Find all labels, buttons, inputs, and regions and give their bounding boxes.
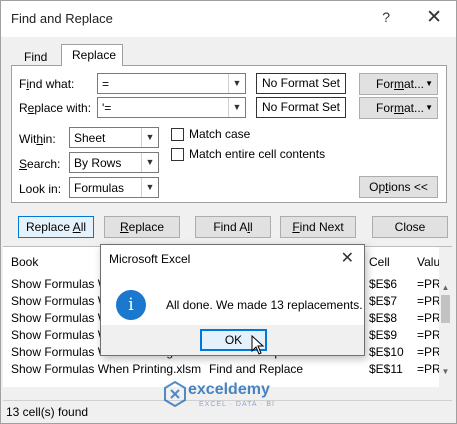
column-header-value[interactable]: Valu	[417, 255, 440, 269]
replace-panel: Find what: = ▼ No Format Set Format... ▼ …	[11, 65, 447, 203]
replace-button[interactable]: Replace	[104, 216, 180, 238]
scroll-down-icon: ▼	[441, 367, 450, 376]
search-select[interactable]: By Rows ▼	[69, 152, 159, 173]
cell-address: $E$9	[369, 328, 398, 342]
cell-value: =PR	[417, 277, 441, 291]
cell-value: =PR	[417, 311, 441, 325]
find-what-combo[interactable]: = ▼	[97, 73, 246, 94]
close-button[interactable]: Close	[372, 216, 448, 238]
cell-address: $E$11	[369, 362, 403, 376]
cell-value: =PR	[417, 294, 441, 308]
cell-book: Show Formulas W	[11, 294, 110, 308]
message-text: All done. We made 13 replacements.	[166, 298, 363, 312]
find-next-button[interactable]: Find Next	[280, 216, 356, 238]
column-header-cell[interactable]: Cell	[369, 255, 390, 269]
replace-format-button[interactable]: Format... ▼	[359, 97, 438, 119]
tab-find-label: Find	[24, 50, 48, 64]
vertical-scrollbar[interactable]: ▲ ▼	[439, 247, 452, 400]
replace-with-combo[interactable]: '= ▼	[97, 97, 246, 118]
mouse-pointer-icon	[251, 335, 265, 355]
cell-book: Show Formulas W	[11, 311, 110, 325]
scroll-up-icon: ▲	[441, 283, 450, 292]
cell-book: Show Formulas W	[11, 277, 110, 291]
dropdown-arrow-icon: ▼	[425, 79, 433, 88]
cell-value: =PR	[417, 362, 441, 376]
chevron-down-icon[interactable]: ▼	[141, 153, 158, 172]
chevron-down-icon[interactable]: ▼	[141, 178, 158, 197]
status-text: 13 cell(s) found	[6, 405, 89, 419]
exceldemy-watermark: exceldemy EXCEL · DATA · BI	[164, 379, 334, 413]
cell-value: =PR	[417, 328, 441, 342]
brand-name: exceldemy	[188, 381, 270, 398]
message-title-bar[interactable]: Microsoft Excel ✕	[101, 245, 364, 273]
scroll-thumb[interactable]	[441, 295, 450, 323]
find-what-label: Find what:	[19, 77, 75, 91]
close-icon[interactable]: ✕	[426, 6, 442, 29]
cell-book: Show Formulas W	[11, 328, 110, 342]
within-select[interactable]: Sheet ▼	[69, 127, 159, 148]
info-icon: i	[116, 290, 146, 320]
search-value: By Rows	[74, 156, 122, 170]
lookin-value: Formulas	[74, 181, 125, 195]
cell-address: $E$8	[369, 311, 398, 325]
within-value: Sheet	[74, 131, 106, 145]
cell-address: $E$7	[369, 294, 398, 308]
find-what-value: =	[102, 77, 110, 91]
find-format-preview: No Format Set	[256, 73, 346, 94]
within-label: Within:	[19, 132, 56, 146]
help-icon[interactable]: ?	[382, 9, 390, 25]
brand-tagline: EXCEL · DATA · BI	[199, 401, 275, 408]
close-icon[interactable]: ✕	[341, 248, 354, 268]
cell-book: Show Formulas When Printing.xlsm	[11, 362, 202, 376]
chevron-down-icon[interactable]: ▼	[228, 98, 245, 117]
dropdown-arrow-icon: ▼	[425, 103, 433, 112]
match-case-checkbox[interactable]	[171, 128, 184, 141]
match-entire-label: Match entire cell contents	[189, 147, 326, 161]
lookin-select[interactable]: Formulas ▼	[69, 177, 159, 198]
title-bar[interactable]: Find and Replace ? ✕	[1, 1, 456, 37]
cell-sheet: Find and Replace	[209, 362, 304, 376]
cell-value: =PR	[417, 345, 441, 359]
exceldemy-logo-icon	[164, 381, 186, 407]
search-label: Search:	[19, 157, 61, 171]
find-format-button[interactable]: Format... ▼	[359, 73, 438, 95]
options-button[interactable]: Options <<	[359, 176, 438, 198]
table-row[interactable]: Show Formulas When Printing.xlsm Find an…	[3, 362, 441, 379]
cell-address: $E$6	[369, 277, 398, 291]
find-replace-dialog: Find and Replace ? ✕ Find Replace Find w…	[0, 0, 457, 424]
message-box: Microsoft Excel ✕ i All done. We made 13…	[100, 244, 365, 356]
chevron-down-icon[interactable]: ▼	[228, 74, 245, 93]
cell-address: $E$10	[369, 345, 404, 359]
lookin-label: Look in:	[19, 182, 62, 196]
chevron-down-icon[interactable]: ▼	[141, 128, 158, 147]
dialog-title: Find and Replace	[11, 11, 113, 26]
replace-format-preview: No Format Set	[256, 97, 346, 118]
match-entire-checkbox[interactable]	[171, 148, 184, 161]
message-title: Microsoft Excel	[109, 252, 191, 266]
match-case-label: Match case	[189, 127, 251, 141]
column-header-book[interactable]: Book	[11, 255, 38, 269]
replace-with-value: '=	[102, 101, 112, 115]
replace-with-label: Replace with:	[19, 101, 92, 115]
replace-all-button[interactable]: Replace All	[18, 216, 94, 238]
find-all-button[interactable]: Find All	[195, 216, 271, 238]
message-body: i All done. We made 13 replacements.	[101, 273, 364, 325]
tab-replace-label: Replace	[72, 48, 117, 62]
tab-replace[interactable]: Replace	[61, 44, 123, 66]
